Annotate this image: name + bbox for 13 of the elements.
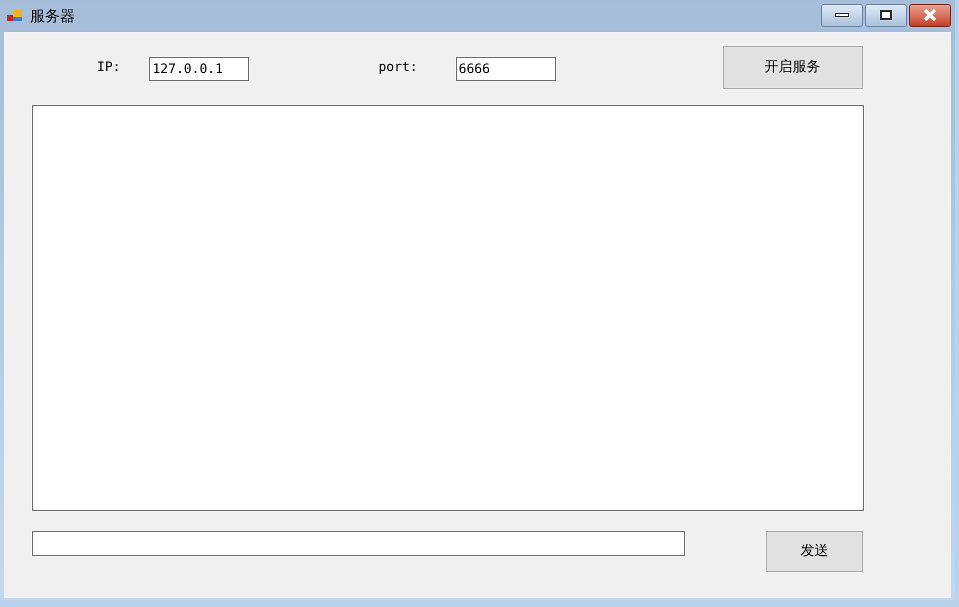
message-input[interactable] xyxy=(32,531,685,556)
close-button[interactable] xyxy=(909,4,951,26)
port-label: port: xyxy=(378,59,418,77)
ip-field[interactable]: 127.0.0.1 xyxy=(149,57,250,81)
app-icon xyxy=(7,9,23,23)
close-icon xyxy=(922,8,938,22)
ip-label: IP: xyxy=(97,59,120,77)
window-title: 服务器 xyxy=(30,6,75,27)
send-button[interactable]: 发送 xyxy=(766,531,863,572)
maximize-button[interactable] xyxy=(865,4,907,26)
minimize-button[interactable] xyxy=(821,4,863,26)
start-service-button[interactable]: 开启服务 xyxy=(722,46,863,89)
port-field[interactable]: 6666 xyxy=(456,57,556,81)
